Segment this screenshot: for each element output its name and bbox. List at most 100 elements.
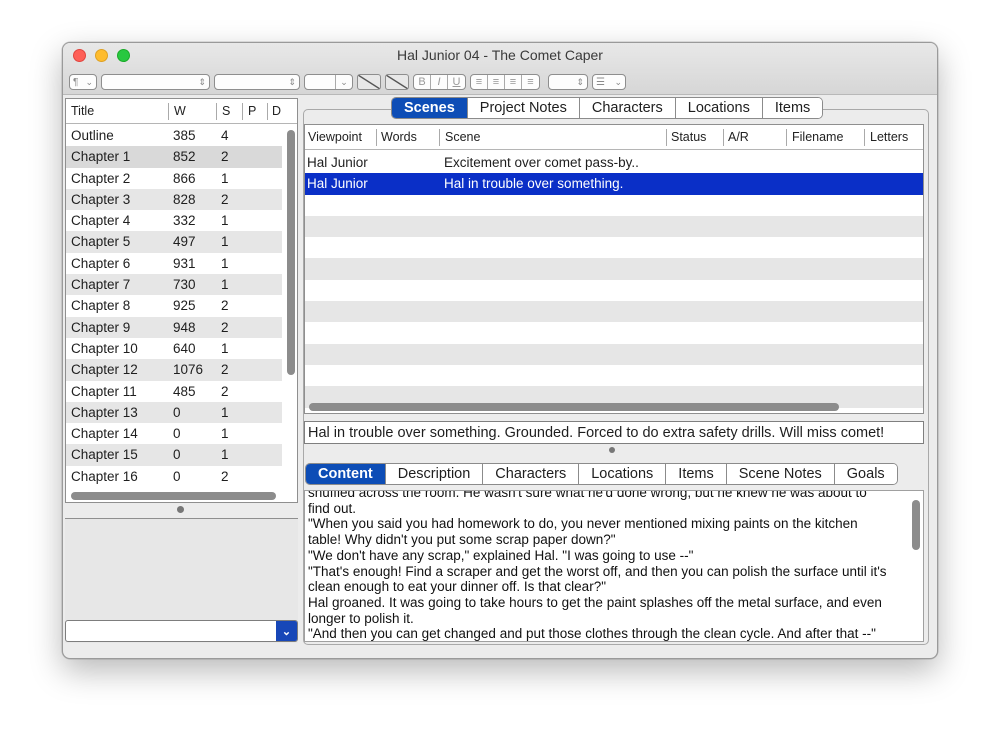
column-header-filename[interactable]: Filename [792, 130, 843, 144]
column-header-words[interactable]: W [174, 104, 186, 118]
scene-summary-field[interactable]: Hal in trouble over something. Grounded.… [304, 421, 924, 444]
chapter-row[interactable]: Chapter 3 828 2 [66, 188, 282, 211]
font-size-combo[interactable]: ⌄ [304, 74, 353, 90]
chevron-down-icon[interactable]: ⌄ [336, 77, 352, 88]
chapter-row[interactable]: Chapter 10 640 1 [66, 338, 282, 359]
font-size-input[interactable] [305, 75, 336, 89]
paragraph-style-select[interactable]: ¶ ⌄ [69, 74, 97, 90]
column-header-letters[interactable]: Letters [870, 130, 908, 144]
chapter-row[interactable]: Chapter 6 931 1 [66, 253, 282, 274]
chapter-table-vertical-scrollbar[interactable] [287, 130, 295, 375]
text-style-group: B I U [413, 74, 466, 90]
font-style-select[interactable]: ⇕ [214, 74, 300, 90]
scene-row[interactable]: Hal Junior Excitement over comet pass-by.… [305, 152, 923, 173]
chapter-row[interactable]: Chapter 14 0 1 [66, 423, 282, 444]
title-bar: Hal Junior 04 - The Comet Caper ¶ ⌄ ⇕ ⇕ … [63, 43, 937, 95]
chapter-row[interactable]: Chapter 9 948 2 [66, 316, 282, 338]
column-header-scenes[interactable]: S [222, 104, 230, 118]
chapter-row[interactable]: Chapter 16 0 2 [66, 466, 282, 487]
empty-scene-row [305, 343, 923, 365]
chapter-scene-count: 1 [221, 404, 229, 420]
chapter-scene-count: 1 [221, 234, 229, 250]
splitter-handle[interactable] [177, 506, 184, 513]
align-left-icon[interactable]: ≡ [471, 75, 488, 89]
column-divider[interactable] [723, 129, 724, 146]
column-divider[interactable] [242, 103, 243, 120]
content-vertical-scrollbar[interactable] [912, 500, 920, 550]
bottom-tab-description[interactable]: Description [385, 464, 484, 484]
top-tab-locations[interactable]: Locations [675, 98, 763, 118]
chapter-word-count: 0 [173, 468, 181, 484]
italic-button[interactable]: I [431, 75, 448, 89]
chapter-row[interactable]: Chapter 15 0 1 [66, 444, 282, 466]
content-line: clean enough to eat your dinner off. Is … [308, 579, 606, 595]
chapter-row[interactable]: Chapter 13 0 1 [66, 401, 282, 424]
top-tab-project-notes[interactable]: Project Notes [467, 98, 580, 118]
chapter-row[interactable]: Chapter 8 925 2 [66, 295, 282, 316]
column-divider[interactable] [786, 129, 787, 146]
column-header-scene[interactable]: Scene [445, 130, 480, 144]
chapter-row[interactable]: Chapter 1 852 2 [66, 146, 282, 168]
column-divider[interactable] [376, 129, 377, 146]
chapter-table-horizontal-scrollbar[interactable] [71, 492, 276, 500]
column-divider[interactable] [864, 129, 865, 146]
bottom-tab-scene-notes[interactable]: Scene Notes [726, 464, 835, 484]
font-family-select[interactable]: ⇕ [101, 74, 210, 90]
top-tab-scenes[interactable]: Scenes [392, 98, 468, 118]
column-divider[interactable] [666, 129, 667, 146]
column-divider[interactable] [168, 103, 169, 120]
bottom-tab-goals[interactable]: Goals [834, 464, 897, 484]
bottom-tab-items[interactable]: Items [666, 464, 727, 484]
underline-button[interactable]: U [448, 75, 465, 89]
chevron-down-icon[interactable]: ⌄ [276, 621, 297, 641]
chapter-word-count: 730 [173, 277, 196, 293]
column-header-words[interactable]: Words [381, 130, 417, 144]
column-header-p[interactable]: P [248, 104, 256, 118]
scene-row[interactable]: Hal Junior Hal in trouble over something. [305, 173, 923, 195]
format-toolbar: ¶ ⌄ ⇕ ⇕ ⌄ B I U ≡ ≡ ≡ ≡ ⇕ ☰ ⌄ [69, 73, 626, 91]
column-header-title[interactable]: Title [71, 104, 94, 118]
chapter-row[interactable]: Chapter 7 730 1 [66, 274, 282, 296]
text-color-swatch[interactable] [357, 74, 381, 90]
chapter-word-count: 1076 [173, 362, 204, 378]
top-tab-items[interactable]: Items [762, 98, 823, 118]
align-justify-icon[interactable]: ≡ [522, 75, 539, 89]
align-right-icon[interactable]: ≡ [505, 75, 522, 89]
column-divider[interactable] [216, 103, 217, 120]
column-divider[interactable] [439, 129, 440, 146]
chapter-row[interactable]: Chapter 2 866 1 [66, 168, 282, 189]
chapter-row[interactable]: Chapter 11 485 2 [66, 381, 282, 402]
list-style-select[interactable]: ☰ ⌄ [592, 74, 626, 90]
highlight-color-swatch[interactable] [385, 74, 409, 90]
align-center-icon[interactable]: ≡ [488, 75, 505, 89]
bottom-tab-locations[interactable]: Locations [579, 464, 667, 484]
splitter-handle[interactable] [609, 447, 615, 453]
empty-scene-row [305, 301, 923, 323]
chapter-word-count: 0 [173, 426, 181, 442]
top-tab-characters[interactable]: Characters [579, 98, 676, 118]
column-header-ar[interactable]: A/R [728, 130, 749, 144]
left-combo-box[interactable]: ⌄ [65, 620, 298, 642]
alignment-group: ≡ ≡ ≡ ≡ [470, 74, 540, 90]
scene-table-horizontal-scrollbar[interactable] [309, 403, 839, 411]
chapter-scene-count: 2 [221, 468, 229, 484]
column-header-d[interactable]: D [272, 104, 281, 118]
chapter-scene-count: 1 [221, 447, 229, 463]
column-header-status[interactable]: Status [671, 130, 706, 144]
column-divider[interactable] [267, 103, 268, 120]
scene-content-text[interactable]: shuffled across the room. He wasn't sure… [308, 491, 906, 641]
chapter-row[interactable]: Outline 385 4 [66, 125, 282, 146]
line-spacing-select[interactable]: ⇕ [548, 74, 588, 90]
chapter-title: Chapter 5 [71, 234, 131, 250]
chapter-row[interactable]: Chapter 12 1076 2 [66, 359, 282, 381]
chapter-word-count: 485 [173, 383, 196, 399]
column-header-viewpoint[interactable]: Viewpoint [308, 130, 362, 144]
chapter-row[interactable]: Chapter 4 332 1 [66, 210, 282, 231]
empty-scene-row [305, 280, 923, 301]
scene-content-editor[interactable]: shuffled across the room. He wasn't sure… [304, 490, 924, 642]
chapter-row[interactable]: Chapter 5 497 1 [66, 231, 282, 253]
bottom-tab-characters[interactable]: Characters [483, 464, 580, 484]
chapter-word-count: 385 [173, 128, 196, 143]
bold-button[interactable]: B [414, 75, 431, 89]
bottom-tab-content[interactable]: Content [306, 464, 386, 484]
